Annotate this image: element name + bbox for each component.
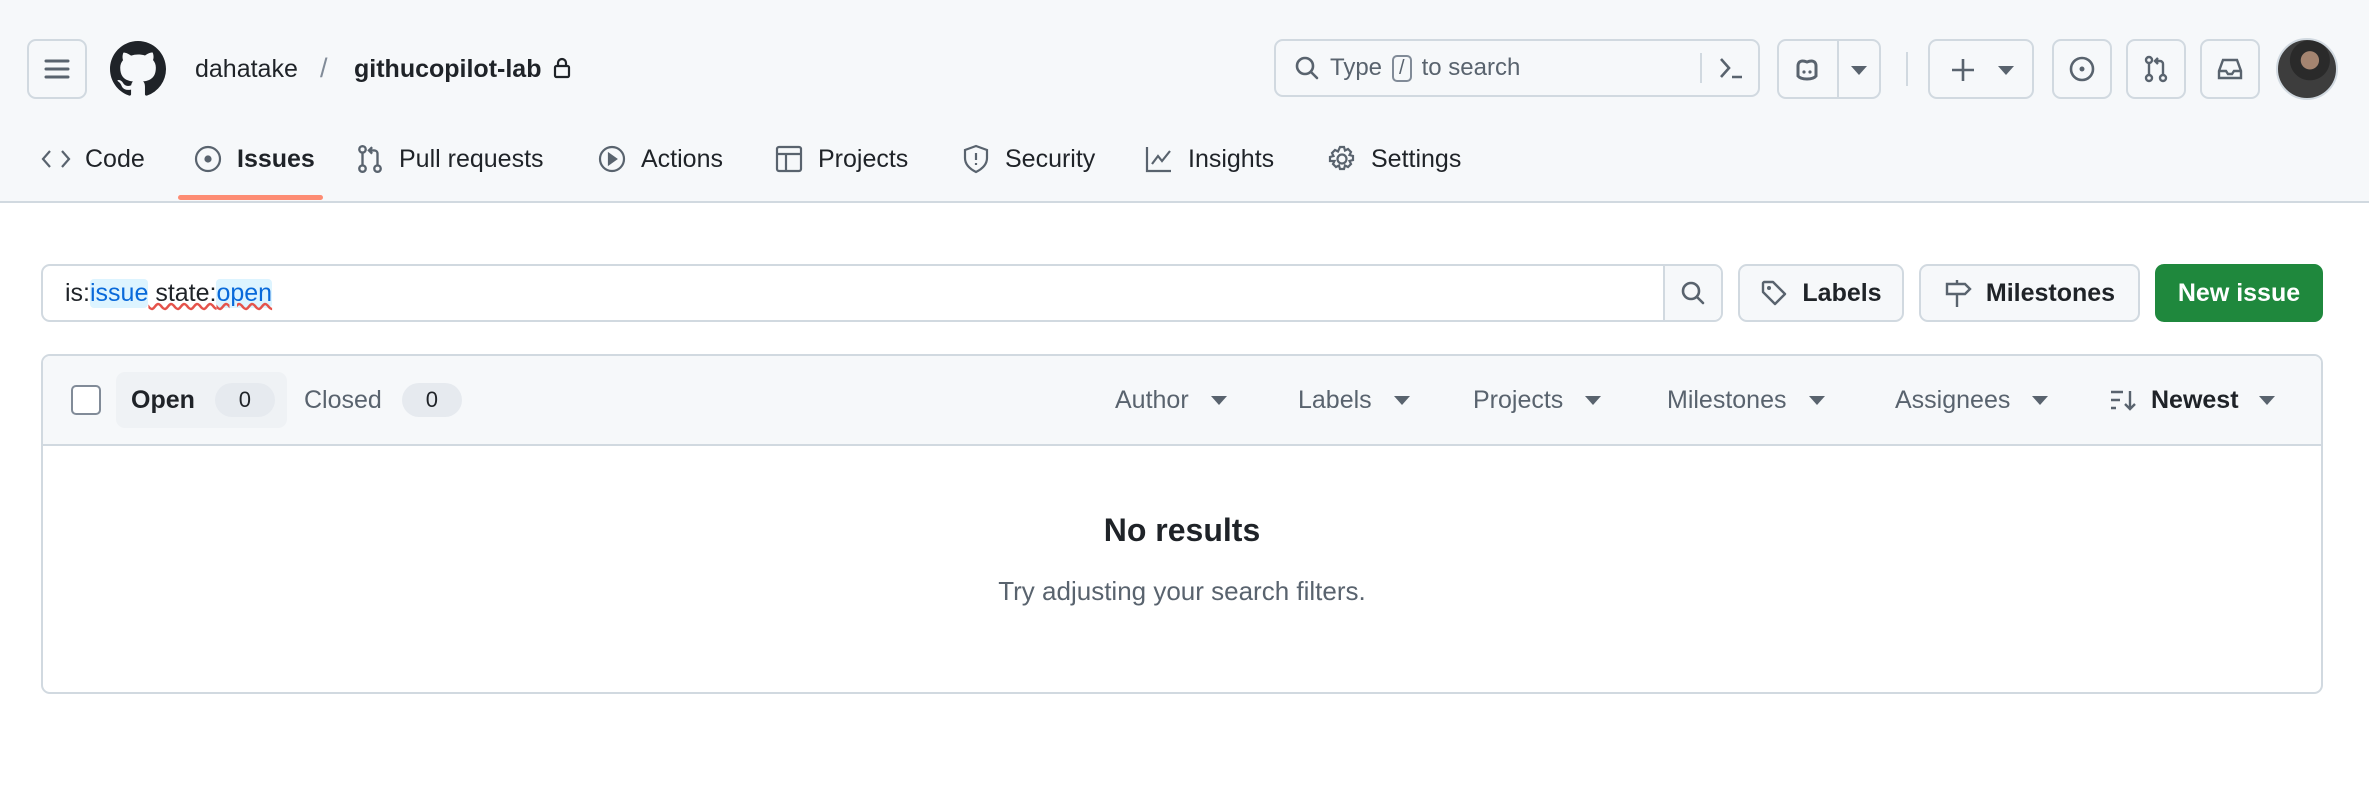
menu-button[interactable]: [27, 39, 87, 99]
query-qualifier: is:: [65, 278, 90, 307]
closed-issues-tab[interactable]: Closed 0: [304, 372, 462, 428]
code-icon: [41, 150, 71, 168]
open-count-badge: 0: [214, 383, 275, 417]
sort-label: Newest: [2151, 385, 2239, 414]
search-placeholder-suffix: to search: [1421, 54, 1521, 81]
query-value: issue: [90, 278, 149, 308]
header-divider: [1906, 52, 1908, 86]
chevron-down-icon: [2258, 395, 2275, 405]
chevron-down-icon: [1210, 395, 1227, 405]
chevron-down-icon: [2032, 395, 2049, 405]
tab-projects[interactable]: Projects: [774, 138, 908, 180]
tab-label: Issues: [237, 144, 315, 173]
copilot-dropdown-caret[interactable]: [1851, 66, 1867, 75]
labels-button[interactable]: Labels: [1738, 264, 1904, 322]
milestones-button[interactable]: Milestones: [1919, 264, 2140, 322]
copilot-icon: [1796, 59, 1818, 81]
milestones-filter[interactable]: Milestones: [1667, 372, 1825, 428]
open-issues-tab[interactable]: Open 0: [116, 372, 287, 428]
command-palette-icon[interactable]: [1718, 55, 1744, 81]
closed-label: Closed: [304, 385, 382, 414]
search-icon: [1681, 281, 1705, 305]
tab-insights[interactable]: Insights: [1144, 138, 1274, 180]
tab-label: Insights: [1188, 144, 1275, 173]
assignees-filter[interactable]: Assignees: [1895, 372, 2049, 428]
tab-label: Code: [85, 144, 145, 173]
milestone-icon: [1945, 280, 1972, 307]
author-filter[interactable]: Author: [1115, 372, 1227, 428]
hamburger-icon: [44, 59, 70, 79]
tab-actions[interactable]: Actions: [597, 138, 723, 180]
issues-search-input[interactable]: is: issue state: open: [41, 264, 1723, 322]
breadcrumb-separator: /: [320, 53, 328, 83]
tag-icon: [1762, 280, 1787, 306]
search-submit-button[interactable]: [1663, 266, 1721, 320]
empty-state-subtitle: Try adjusting your search filters.: [998, 576, 1366, 606]
app-header: dahatake / githucopilot-lab Type / to se…: [0, 0, 2369, 203]
projects-filter[interactable]: Projects: [1473, 372, 1602, 428]
copilot-button[interactable]: [1777, 39, 1881, 99]
breadcrumb-repo[interactable]: githucopilot-lab: [354, 55, 541, 84]
git-pull-request-icon: [2144, 55, 2168, 83]
global-search-input[interactable]: Type / to search: [1274, 39, 1760, 97]
sort-desc-icon: [2111, 390, 2136, 411]
empty-state-title: No results: [1103, 512, 1261, 548]
new-issue-label: New issue: [2177, 278, 2301, 307]
table-icon: [775, 145, 803, 173]
inbox-button[interactable]: [2200, 39, 2260, 99]
your-issues-button[interactable]: [2052, 39, 2112, 99]
tab-label: Settings: [1371, 144, 1462, 173]
issue-opened-icon: [194, 145, 222, 173]
chevron-down-icon: [1585, 395, 1602, 405]
issue-opened-icon: [2069, 56, 2095, 82]
graph-icon: [1145, 147, 1171, 173]
tab-security[interactable]: Security: [961, 138, 1095, 180]
query-qualifier: state:: [148, 278, 217, 307]
tab-issues[interactable]: Issues: [193, 138, 315, 180]
milestones-button-label: Milestones: [1985, 278, 2116, 307]
tab-settings[interactable]: Settings: [1327, 138, 1461, 180]
select-all-checkbox[interactable]: [71, 385, 101, 415]
sort-dropdown[interactable]: Newest: [2109, 372, 2275, 428]
avatar[interactable]: [2276, 38, 2338, 100]
git-pull-request-icon: [358, 144, 382, 174]
chevron-down-icon: [1808, 395, 1825, 405]
open-label: Open: [131, 385, 195, 414]
query-value: open: [216, 278, 273, 308]
create-new-button[interactable]: [1928, 39, 2034, 99]
plus-icon: [1952, 59, 1974, 81]
gear-icon: [1328, 145, 1355, 171]
chevron-down-icon: [1393, 395, 1410, 405]
tab-code[interactable]: Code: [41, 138, 145, 180]
play-icon: [598, 145, 626, 173]
chevron-down-icon: [1998, 66, 2014, 75]
search-icon: [1295, 56, 1319, 80]
search-divider: [1700, 53, 1702, 83]
inbox-icon: [2217, 58, 2243, 80]
active-tab-underline: [178, 195, 323, 200]
new-issue-button[interactable]: New issue: [2155, 264, 2323, 322]
github-logo-icon[interactable]: [110, 41, 166, 97]
tab-pull-requests[interactable]: Pull requests: [355, 138, 544, 180]
tab-label: Projects: [818, 144, 909, 173]
your-pull-requests-button[interactable]: [2126, 39, 2186, 99]
lock-icon: [553, 57, 571, 79]
tab-label: Pull requests: [399, 144, 544, 173]
shield-icon: [963, 144, 989, 174]
labels-filter[interactable]: Labels: [1298, 372, 1410, 428]
search-shortcut-key: /: [1392, 54, 1412, 82]
breadcrumb-owner[interactable]: dahatake: [195, 55, 298, 84]
labels-button-label: Labels: [1802, 278, 1882, 307]
closed-count-badge: 0: [401, 383, 462, 417]
tab-label: Security: [1005, 144, 1096, 173]
search-placeholder-prefix: Type: [1330, 54, 1383, 81]
tab-label: Actions: [641, 144, 723, 173]
